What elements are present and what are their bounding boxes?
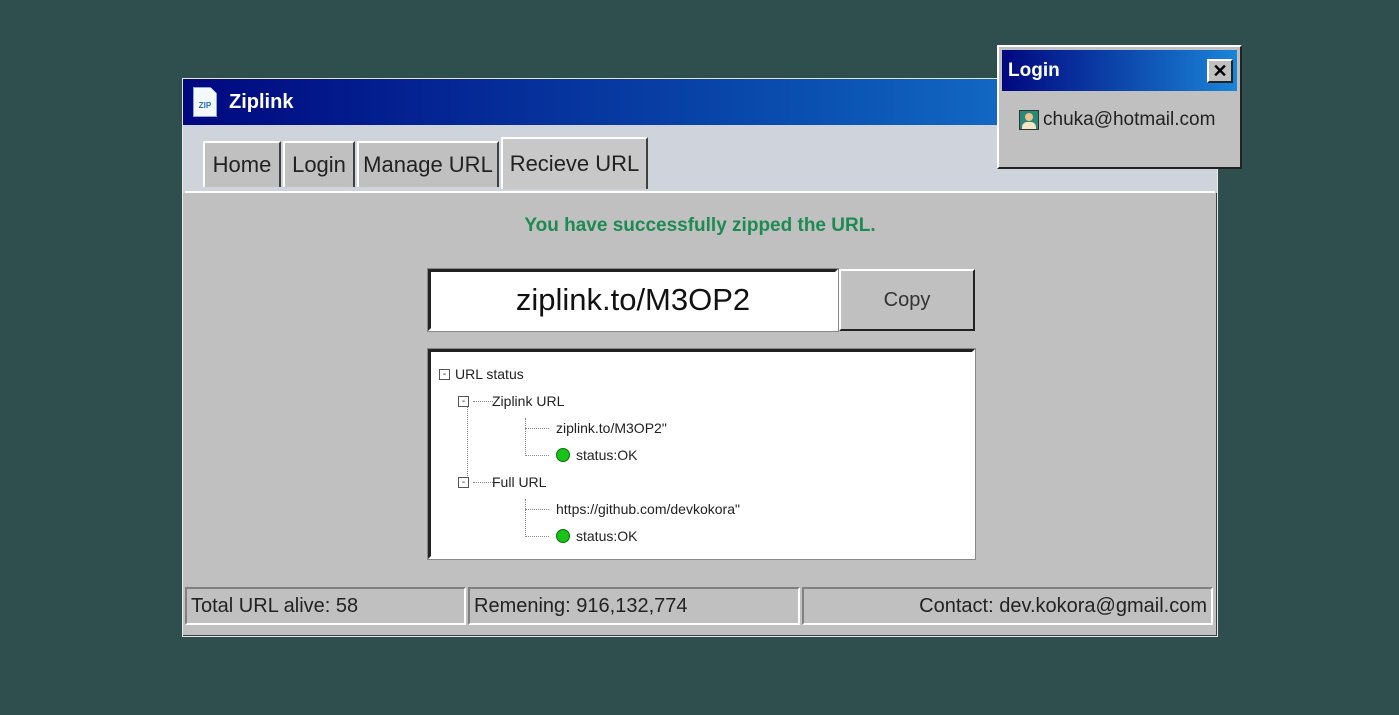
url-status-tree: - URL status - Ziplink URL ziplink.to/M3…	[427, 348, 976, 560]
collapse-toggle-icon[interactable]: -	[458, 395, 469, 407]
tree-leaf-ziplink-status[interactable]: status:OK	[556, 445, 637, 465]
copy-button[interactable]: Copy	[839, 269, 975, 331]
tree-node-full-url[interactable]: - Full URL	[458, 472, 546, 492]
status-remaining: Remening: 916,132,774	[468, 587, 800, 625]
tree-leaf-label: ziplink.to/M3OP2"	[556, 420, 667, 436]
tree-node-label: Ziplink URL	[492, 393, 565, 409]
tab-home[interactable]: Home	[203, 141, 281, 187]
status-total-alive: Total URL alive: 58	[185, 587, 466, 625]
popup-title-bar[interactable]: Login ✕	[1002, 50, 1237, 91]
popup-title: Login	[1008, 59, 1060, 81]
tree-leaf-full-status[interactable]: status:OK	[556, 526, 637, 546]
tree-node-ziplink-url[interactable]: - Ziplink URL	[458, 391, 564, 411]
login-popup: Login ✕ chuka@hotmail.com	[997, 45, 1242, 169]
tree-node-url-status[interactable]: - URL status	[439, 364, 524, 384]
collapse-toggle-icon[interactable]: -	[458, 476, 469, 488]
close-icon[interactable]: ✕	[1207, 59, 1233, 83]
status-ok-icon	[556, 448, 570, 462]
tree-connector	[525, 455, 549, 456]
tree-connector	[525, 428, 549, 429]
tree-node-label: URL status	[455, 366, 524, 382]
status-bar: Total URL alive: 58 Remening: 916,132,77…	[185, 587, 1215, 627]
success-message: You have successfully zipped the URL.	[524, 215, 876, 236]
tab-recieve-url[interactable]: Recieve URL	[501, 137, 648, 189]
tree-connector	[525, 536, 549, 537]
window-title: Ziplink	[229, 90, 294, 113]
zip-file-icon: ZIP	[193, 87, 217, 117]
tree-leaf-full-value[interactable]: https://github.com/devkokora"	[556, 499, 740, 519]
tree-connector	[525, 418, 526, 456]
short-url-field[interactable]: ziplink.to/M3OP2	[427, 268, 839, 332]
status-contact: Contact: dev.kokora@gmail.com	[802, 587, 1213, 625]
tree-leaf-label: status:OK	[576, 447, 638, 463]
user-email: chuka@hotmail.com	[1043, 109, 1216, 130]
tree-leaf-label: status:OK	[576, 528, 638, 544]
tree-connector	[525, 509, 549, 510]
tab-manage-url[interactable]: Manage URL	[357, 141, 499, 187]
user-avatar-icon	[1019, 110, 1039, 130]
logged-in-user: chuka@hotmail.com	[1019, 109, 1215, 131]
tree-node-label: Full URL	[492, 474, 547, 490]
tree-leaf-label: https://github.com/devkokora"	[556, 501, 740, 517]
recieve-url-panel: You have successfully zipped the URL. zi…	[185, 191, 1215, 633]
zip-icon-label: ZIP	[198, 101, 212, 110]
status-ok-icon	[556, 529, 570, 543]
tree-leaf-ziplink-value[interactable]: ziplink.to/M3OP2"	[556, 418, 667, 438]
tree-connector	[525, 499, 526, 537]
collapse-toggle-icon[interactable]: -	[439, 368, 450, 380]
tab-login[interactable]: Login	[283, 141, 355, 187]
